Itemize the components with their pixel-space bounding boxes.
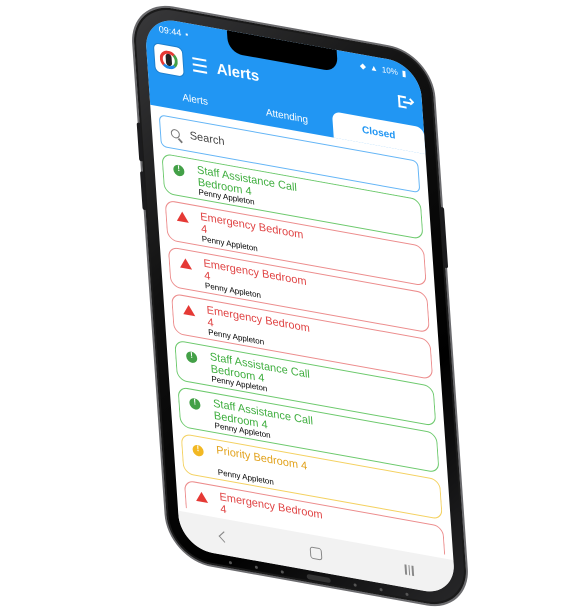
alert-title-line1: Priority Bedroom 4 <box>215 444 308 473</box>
alert-circle-icon <box>192 444 204 458</box>
warning-triangle-icon <box>182 303 196 317</box>
status-time: 09:44 <box>158 23 182 39</box>
warning-triangle-icon <box>176 210 189 223</box>
logout-icon[interactable] <box>397 94 413 111</box>
app-logo <box>153 43 184 77</box>
alert-list: Staff Assistance CallBedroom 4Penny Appl… <box>161 152 446 555</box>
screen: 09:44 ▪ ◆ ▲ 10% ▮ Alerts Alerts Attendin… <box>144 15 456 597</box>
battery-level: 10% <box>381 64 399 77</box>
signal-icon: ▲ <box>369 62 379 73</box>
stage: 09:44 ▪ ◆ ▲ 10% ▮ Alerts Alerts Attendin… <box>0 0 574 614</box>
wifi-icon: ◆ <box>359 60 367 71</box>
search-icon <box>170 127 181 139</box>
alert-circle-icon <box>172 163 185 178</box>
alert-circle-icon <box>185 350 198 364</box>
battery-icon: ▮ <box>401 68 407 79</box>
alert-circle-icon <box>189 397 201 411</box>
home-icon[interactable] <box>309 546 323 561</box>
phone: 09:44 ▪ ◆ ▲ 10% ▮ Alerts Alerts Attendin… <box>131 1 469 611</box>
page-title: Alerts <box>216 59 260 85</box>
notification-icon: ▪ <box>184 29 189 39</box>
warning-triangle-icon <box>179 257 193 270</box>
alert-person: Penny Appleton <box>217 467 275 487</box>
warning-triangle-icon <box>195 490 209 504</box>
recents-icon[interactable] <box>403 564 414 576</box>
menu-icon[interactable] <box>192 57 208 74</box>
back-icon[interactable] <box>218 531 230 543</box>
